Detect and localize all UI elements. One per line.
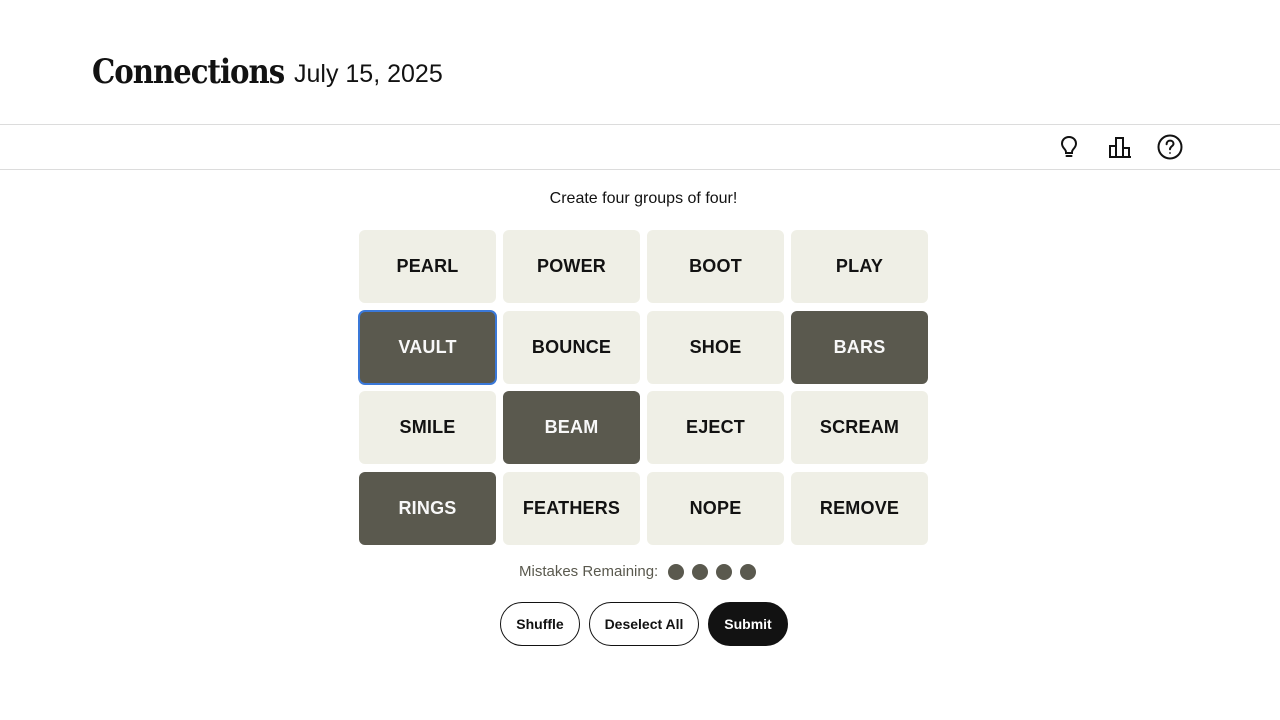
instructions-text: Create four groups of four! bbox=[549, 190, 738, 207]
shuffle-button[interactable]: Shuffle bbox=[500, 602, 580, 646]
mistakes-label: Mistakes Remaining: bbox=[519, 563, 659, 580]
word-grid: PEARL POWER BOOT PLAY VAULT BOUNCE SHOE BARS SMI… bbox=[358, 230, 928, 545]
mistake-dot bbox=[692, 563, 709, 580]
mistakes-remaining: Mistakes Remaining: bbox=[519, 563, 764, 580]
word-tile[interactable]: NOPE bbox=[647, 471, 784, 545]
word-tile[interactable]: BEAM bbox=[503, 391, 640, 464]
word-tile[interactable]: POWER bbox=[503, 230, 640, 303]
word-tile[interactable]: EJECT bbox=[647, 391, 784, 464]
submit-button[interactable]: Submit bbox=[708, 602, 788, 646]
word-tile[interactable]: VAULT bbox=[358, 309, 497, 385]
word-tile[interactable]: PEARL bbox=[359, 230, 496, 303]
puzzle-date: July 15, 2025 bbox=[294, 60, 443, 88]
word-tile[interactable]: BARS bbox=[791, 310, 928, 384]
word-tile[interactable]: SMILE bbox=[359, 391, 496, 464]
mistake-dot bbox=[716, 563, 733, 580]
word-tile[interactable]: REMOVE bbox=[791, 471, 928, 545]
leaderboard-icon[interactable] bbox=[1107, 134, 1133, 160]
word-tile[interactable]: BOOT bbox=[647, 230, 784, 303]
lightbulb-icon[interactable] bbox=[1056, 134, 1082, 160]
toolbar bbox=[0, 125, 1280, 170]
word-tile[interactable]: RINGS bbox=[359, 471, 496, 545]
deselect-all-button[interactable]: Deselect All bbox=[589, 602, 699, 646]
mistake-dot bbox=[668, 563, 685, 580]
word-tile[interactable]: PLAY bbox=[791, 230, 928, 303]
help-icon[interactable] bbox=[1157, 134, 1183, 160]
word-tile[interactable]: SCREAM bbox=[791, 391, 928, 464]
mistake-dot bbox=[740, 563, 757, 580]
page-header: Connections July 15, 2025 bbox=[0, 0, 1280, 125]
mistake-dots bbox=[668, 563, 764, 580]
word-tile[interactable]: FEATHERS bbox=[503, 471, 640, 545]
word-tile[interactable]: BOUNCE bbox=[503, 310, 640, 384]
word-tile[interactable]: SHOE bbox=[647, 310, 784, 384]
game-title: Connections bbox=[92, 52, 285, 92]
